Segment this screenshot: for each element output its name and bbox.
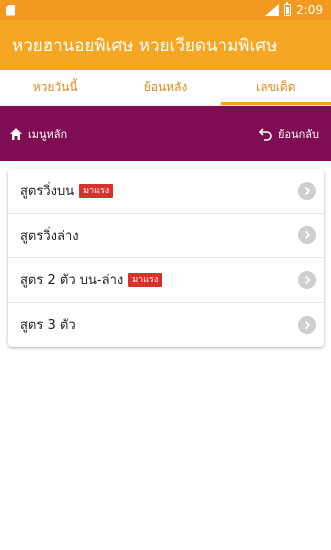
- home-button[interactable]: เมนูหลัก: [9, 125, 67, 143]
- chevron-right-icon: [298, 181, 316, 200]
- hot-badge: มาแรง: [79, 183, 114, 198]
- hot-badge: มาแรง: [128, 272, 163, 287]
- home-icon: [9, 127, 23, 141]
- chevron-right-icon: [298, 226, 316, 245]
- formula-menu: สูตรวิ่งบน มาแรง สูตรวิ่งล่าง สูตร 2 ตัว…: [8, 169, 324, 347]
- menu-item-two-digit[interactable]: สูตร 2 ตัว บน-ล่าง มาแรง: [8, 258, 324, 303]
- status-time: 2:09: [296, 3, 323, 17]
- status-bar: 2:09: [0, 0, 331, 20]
- tab-lucky-numbers[interactable]: เลขเด็ด: [220, 70, 331, 105]
- menu-item-label: สูตร 2 ตัว บน-ล่าง: [20, 273, 124, 289]
- menu-item-label: สูตร 3 ตัว: [20, 318, 76, 334]
- tab-today[interactable]: หวยวันนี้: [0, 70, 110, 105]
- menu-item-three-digit[interactable]: สูตร 3 ตัว: [8, 303, 324, 348]
- menu-item-run-top[interactable]: สูตรวิ่งบน มาแรง: [8, 169, 324, 214]
- sd-card-icon: [6, 4, 15, 16]
- home-label: เมนูหลัก: [28, 127, 68, 141]
- battery-icon: [284, 2, 292, 16]
- app-bar: หวยฮานอยพิเศษ หวยเวียดนามพิเศษ: [0, 20, 331, 70]
- menu-item-label: สูตรวิ่งบน: [20, 184, 75, 200]
- back-label: ย้อนกลับ: [278, 127, 319, 141]
- nav-bar: เมนูหลัก ย้อนกลับ: [0, 106, 331, 161]
- tab-lucky-numbers-label: เลขเด็ด: [256, 80, 296, 94]
- menu-item-run-bottom[interactable]: สูตรวิ่งล่าง: [8, 214, 324, 258]
- chevron-right-icon: [298, 270, 316, 289]
- menu-item-label: สูตรวิ่งล่าง: [20, 228, 79, 244]
- tab-today-label: หวยวันนี้: [32, 80, 78, 94]
- signal-icon: [265, 4, 280, 16]
- tab-history[interactable]: ย้อนหลัง: [110, 70, 220, 105]
- tab-bar: หวยวันนี้ ย้อนหลัง เลขเด็ด: [0, 70, 331, 106]
- chevron-right-icon: [298, 315, 316, 334]
- tab-history-label: ย้อนหลัง: [143, 80, 188, 94]
- back-button[interactable]: ย้อนกลับ: [259, 125, 319, 143]
- back-arrow-icon: [259, 127, 273, 141]
- app-title: หวยฮานอยพิเศษ หวยเวียดนามพิเศษ: [12, 35, 278, 56]
